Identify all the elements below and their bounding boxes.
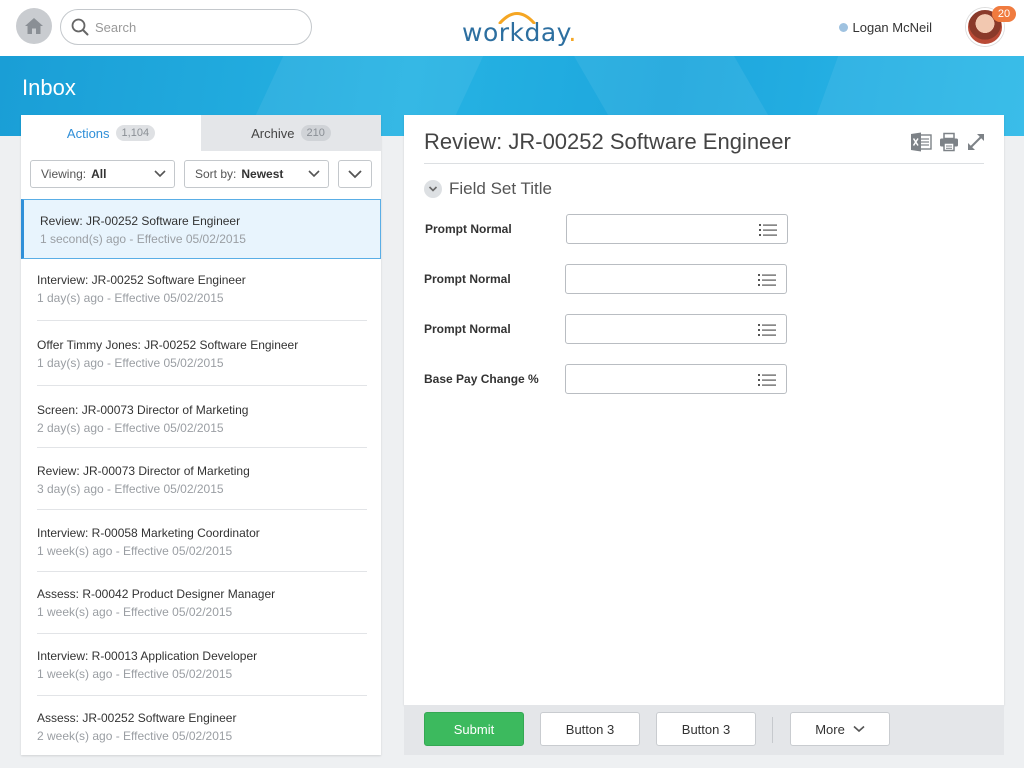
item-title: Review: JR-00252 Software Engineer <box>40 214 241 228</box>
title-divider <box>424 163 984 164</box>
home-icon <box>25 18 43 34</box>
submit-button[interactable]: Submit <box>424 712 524 746</box>
more-label: More <box>815 721 845 737</box>
detail-title: Review: JR-00252 Software Engineer <box>424 129 791 154</box>
form-row: Prompt Normal <box>424 314 804 344</box>
status-dot <box>838 23 848 32</box>
form-row: Prompt Normal <box>424 264 804 294</box>
item-title: Interview: R-00058 Marketing Coordinator <box>37 526 260 540</box>
collapse-toggle[interactable] <box>424 180 442 198</box>
viewing-label: Viewing: <box>41 167 87 181</box>
sort-label: Sort by: <box>195 167 237 181</box>
logo-text: workday. <box>462 18 577 47</box>
field-label: Prompt Normal <box>424 272 511 286</box>
chevron-down-icon <box>428 186 438 192</box>
chevron-down-icon <box>348 170 362 179</box>
item-meta: 1 day(s) ago - Effective 05/02/2015 <box>37 291 224 305</box>
prompt-field[interactable] <box>565 314 787 344</box>
tab-archive[interactable]: Archive 210 <box>201 115 381 151</box>
item-meta: 1 week(s) ago - Effective 05/02/2015 <box>37 605 233 619</box>
button-3-second[interactable]: Button 3 <box>656 712 756 746</box>
item-meta: 1 day(s) ago - Effective 05/02/2015 <box>37 356 224 370</box>
inbox-tabs: Actions 1,104 Archive 210 <box>21 115 381 151</box>
inbox-list-panel: Actions 1,104 Archive 210 Viewing: All S… <box>21 115 381 755</box>
excel-export-icon <box>911 132 932 152</box>
viewing-value: All <box>91 167 107 181</box>
item-meta: 2 day(s) ago - Effective 05/02/2015 <box>37 421 224 435</box>
field-label: Prompt Normal <box>425 222 512 236</box>
tab-label: Archive <box>251 125 295 141</box>
expand-button[interactable] <box>964 131 988 153</box>
fieldset-header[interactable]: Field Set Title <box>424 179 552 199</box>
divider <box>772 717 773 743</box>
list-item[interactable]: Screen: JR-00073 Director of Marketing 2… <box>21 386 381 448</box>
prompt-list-icon[interactable] <box>758 373 776 387</box>
notification-badge[interactable]: 20 <box>992 6 1016 22</box>
detail-panel: Review: JR-00252 Software Engineer Field… <box>404 115 1004 705</box>
list-item[interactable]: Interview: R-00013 Application Developer… <box>21 634 381 696</box>
chevron-down-icon <box>308 170 320 178</box>
sort-dropdown[interactable]: Sort by: Newest <box>184 160 329 188</box>
item-meta: 2 week(s) ago - Effective 05/02/2015 <box>37 729 233 743</box>
list-item[interactable]: Assess: JR-00252 Software Engineer 2 wee… <box>21 696 381 755</box>
search-input[interactable] <box>95 19 295 35</box>
chevron-down-icon <box>154 170 166 178</box>
item-title: Interview: JR-00252 Software Engineer <box>37 273 246 287</box>
list-item[interactable]: Interview: JR-00252 Software Engineer 1 … <box>21 259 381 321</box>
item-title: Assess: R-00042 Product Designer Manager <box>37 587 276 601</box>
list-item[interactable]: Review: JR-00073 Director of Marketing 3… <box>21 448 381 510</box>
home-button[interactable] <box>16 8 52 44</box>
field-label: Base Pay Change % <box>424 372 539 386</box>
tab-actions[interactable]: Actions 1,104 <box>21 115 201 151</box>
workday-logo[interactable]: workday. <box>462 8 576 48</box>
print-icon <box>940 132 958 152</box>
item-meta: 3 day(s) ago - Effective 05/02/2015 <box>37 482 224 496</box>
user-name: Logan McNeil <box>852 20 933 35</box>
item-meta: 1 week(s) ago - Effective 05/02/2015 <box>37 544 233 558</box>
list-item[interactable]: Assess: R-00042 Product Designer Manager… <box>21 572 381 634</box>
user-menu[interactable]: Logan McNeil <box>838 20 933 35</box>
top-bar: workday. Logan McNeil 20 <box>0 0 1024 56</box>
prompt-field[interactable] <box>565 264 787 294</box>
prompt-field[interactable] <box>566 214 788 244</box>
excel-export-button[interactable] <box>909 131 933 153</box>
page-title: Inbox <box>22 75 76 100</box>
item-meta: 1 second(s) ago - Effective 05/02/2015 <box>40 232 246 246</box>
list-item[interactable]: Offer Timmy Jones: JR-00252 Software Eng… <box>21 321 381 386</box>
filter-menu-button[interactable] <box>338 160 372 188</box>
list-item[interactable]: Interview: R-00058 Marketing Coordinator… <box>21 510 381 572</box>
search-icon <box>71 18 89 36</box>
form-row: Base Pay Change % <box>424 364 804 394</box>
item-meta: 1 week(s) ago - Effective 05/02/2015 <box>37 667 233 681</box>
more-button[interactable]: More <box>790 712 890 746</box>
field-label: Prompt Normal <box>424 322 511 336</box>
sort-value: Newest <box>241 167 284 181</box>
item-title: Offer Timmy Jones: JR-00252 Software Eng… <box>37 338 299 352</box>
list-item[interactable]: Review: JR-00252 Software Engineer 1 sec… <box>21 199 381 259</box>
chevron-down-icon <box>853 725 865 733</box>
prompt-field[interactable] <box>565 364 787 394</box>
form-row: Prompt Normal <box>424 214 804 244</box>
viewing-dropdown[interactable]: Viewing: All <box>30 160 175 188</box>
prompt-list-icon[interactable] <box>758 273 776 287</box>
item-title: Screen: JR-00073 Director of Marketing <box>37 403 249 417</box>
tab-count: 1,104 <box>115 125 156 141</box>
item-title: Assess: JR-00252 Software Engineer <box>37 711 237 725</box>
search-box[interactable] <box>60 9 312 45</box>
action-bar: Submit Button 3 Button 3 More <box>404 705 1004 755</box>
tab-count: 210 <box>300 125 331 141</box>
expand-icon <box>968 134 984 150</box>
inbox-list: Review: JR-00252 Software Engineer 1 sec… <box>21 199 381 755</box>
item-title: Review: JR-00073 Director of Marketing <box>37 464 250 478</box>
prompt-list-icon[interactable] <box>759 223 777 237</box>
prompt-list-icon[interactable] <box>758 323 776 337</box>
print-button[interactable] <box>937 131 961 153</box>
tab-label: Actions <box>66 125 110 141</box>
item-title: Interview: R-00013 Application Developer <box>37 649 258 663</box>
fieldset-title: Field Set Title <box>449 179 552 198</box>
filter-bar: Viewing: All Sort by: Newest <box>21 151 381 199</box>
button-3-first[interactable]: Button 3 <box>540 712 640 746</box>
